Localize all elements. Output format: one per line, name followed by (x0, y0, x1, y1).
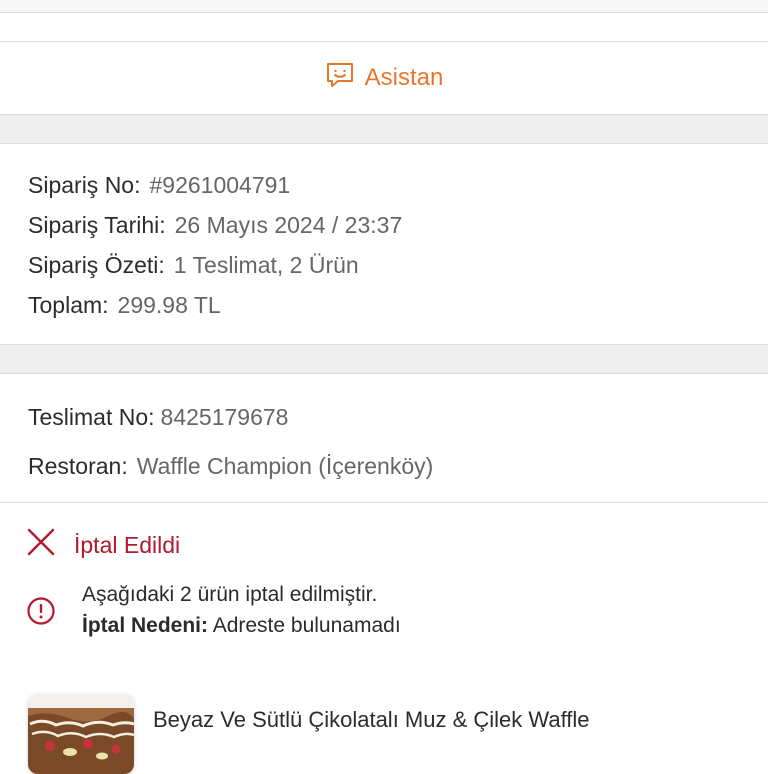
delivery-no-row: Teslimat No: 8425179678 (28, 404, 288, 431)
order-no-value: #9261004791 (149, 172, 291, 198)
chat-bubble-icon (325, 61, 355, 96)
delivery-no-label: Teslimat No: (28, 404, 155, 430)
cancel-status: İptal Edildi (26, 527, 180, 563)
order-summary-label: Sipariş Özeti: (28, 252, 165, 278)
order-date-label: Sipariş Tarihi: (28, 212, 166, 238)
order-summary-row: Sipariş Özeti: 1 Teslimat, 2 Ürün (28, 252, 359, 279)
divider (0, 373, 768, 374)
cancel-reason-label: İptal Nedeni: (82, 614, 209, 637)
info-circle-icon (26, 596, 56, 626)
section-gap (0, 115, 768, 143)
order-total-value: 299.98 TL (117, 292, 221, 318)
restaurant-row: Restoran: Waffle Champion (İçerenköy) (28, 453, 433, 480)
product-name[interactable]: Beyaz Ve Sütlü Çikolatalı Muz & Çilek Wa… (153, 707, 590, 733)
order-date-value: 26 Mayıs 2024 / 23:37 (174, 212, 403, 238)
order-date-row: Sipariş Tarihi: 26 Mayıs 2024 / 23:37 (28, 212, 402, 239)
order-total-label: Toplam: (28, 292, 109, 318)
cancel-reason-row: İptal Nedeni: Adreste bulunamadı (82, 614, 401, 638)
order-no-label: Sipariş No: (28, 172, 141, 198)
delivery-no-value: 8425179678 (160, 404, 289, 430)
order-total-row: Toplam: 299.98 TL (28, 292, 221, 319)
assistant-button[interactable]: Asistan (0, 42, 768, 114)
close-x-icon (26, 527, 56, 563)
cancel-notice-line: Aşağıdaki 2 ürün iptal edilmiştir. (82, 583, 378, 606)
order-no-row: Sipariş No: #9261004791 (28, 172, 290, 199)
assistant-label: Asistan (364, 64, 444, 91)
divider (0, 12, 768, 13)
divider (0, 502, 768, 503)
order-summary-items: 2 Ürün (289, 252, 359, 278)
cancel-status-label: İptal Edildi (74, 531, 181, 558)
top-strip (0, 0, 768, 12)
section-gap (0, 345, 768, 373)
divider (0, 143, 768, 144)
restaurant-value: Waffle Champion (İçerenköy) (136, 453, 434, 479)
cancel-reason-value: Adreste bulunamadı (212, 614, 401, 637)
order-summary-delivery[interactable]: 1 Teslimat (174, 252, 277, 278)
order-summary-sep: , (276, 252, 290, 278)
product-thumbnail[interactable] (28, 694, 134, 774)
restaurant-label: Restoran: (28, 453, 128, 479)
